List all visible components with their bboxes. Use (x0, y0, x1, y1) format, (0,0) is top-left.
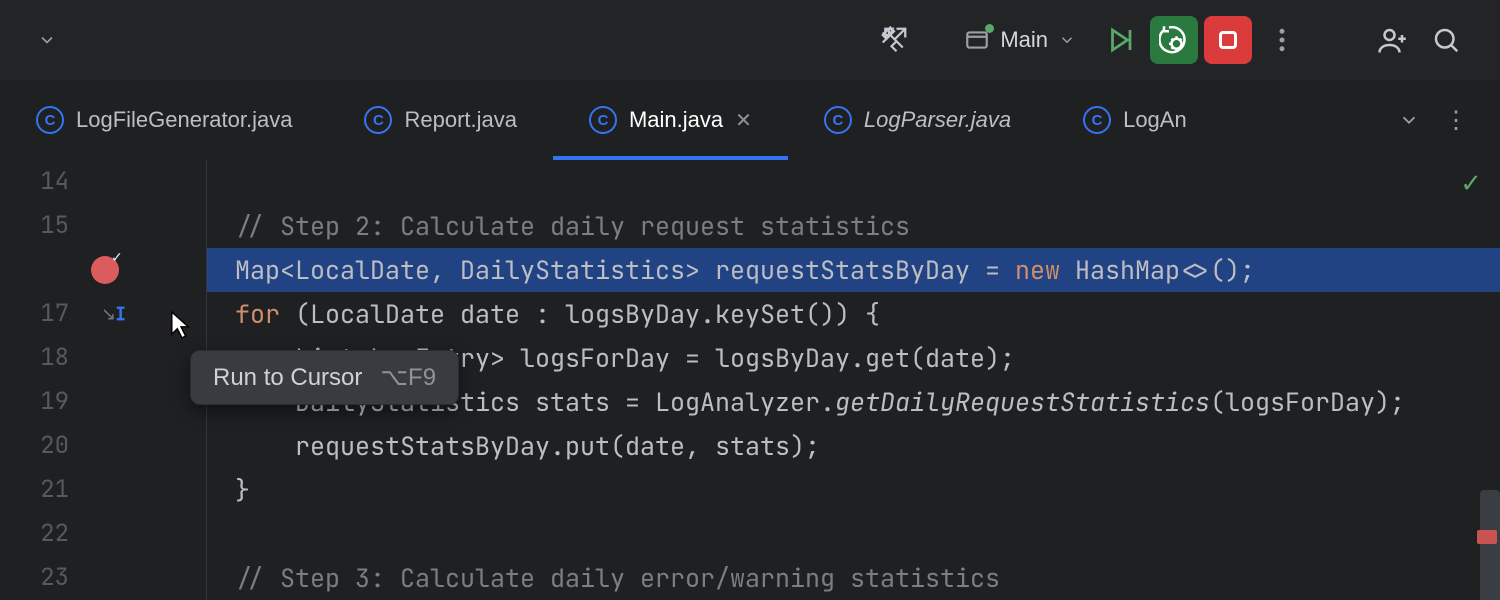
run-to-cursor-gutter-icon[interactable]: ↘ⵊ (101, 304, 125, 326)
code-line[interactable]: } (207, 468, 1500, 512)
java-class-icon: C (36, 106, 64, 134)
gutter-icons: ✓ ↘ⵊ (85, 160, 145, 600)
tab-label: LogAn (1123, 107, 1187, 133)
error-stripe-mark[interactable] (1477, 530, 1497, 544)
tab-label: LogParser.java (864, 107, 1011, 133)
search-everywhere-button[interactable] (1422, 16, 1470, 64)
java-class-icon: C (364, 106, 392, 134)
tab-label: Report.java (404, 107, 517, 133)
code-line[interactable]: Map<LocalDate, DailyStatistics> requestS… (207, 248, 1500, 292)
line-number-gutter: 1415 17181920212223 (0, 160, 85, 600)
run-config-selector[interactable]: Main (950, 16, 1090, 64)
code-line[interactable]: for (LocalDate date : logsByDay.keySet()… (207, 292, 1500, 336)
tab-logparser-java[interactable]: C LogParser.java (788, 80, 1047, 160)
run-config-name: Main (1000, 27, 1048, 53)
line-number[interactable]: 21 (0, 468, 85, 512)
code-line[interactable]: requestStatsByDay.put(date, stats); (207, 424, 1500, 468)
line-number[interactable] (0, 248, 85, 292)
line-number[interactable]: 19 (0, 380, 85, 424)
line-number[interactable]: 20 (0, 424, 85, 468)
java-class-icon: C (824, 106, 852, 134)
tab-label: LogFileGenerator.java (76, 107, 292, 133)
line-number[interactable]: 15 (0, 204, 85, 248)
tabs-dropdown[interactable] (1398, 109, 1420, 131)
code-editor[interactable]: 1415 17181920212223 ✓ ↘ⵊ // Step 2: Calcul… (0, 160, 1500, 600)
code-with-me-button[interactable] (1368, 16, 1416, 64)
scrollbar[interactable] (1480, 490, 1500, 600)
code-line[interactable]: // Step 3: Calculate daily error/warning… (207, 556, 1500, 600)
more-run-actions[interactable] (1258, 16, 1306, 64)
line-number[interactable]: 22 (0, 512, 85, 556)
line-number[interactable]: 23 (0, 556, 85, 600)
run-to-cursor-tooltip: Run to Cursor ⌥F9 (190, 350, 459, 405)
code-line[interactable] (207, 160, 1500, 204)
close-tab-icon[interactable]: ✕ (735, 108, 752, 133)
tab-report-java[interactable]: C Report.java (328, 80, 553, 160)
project-dropdown[interactable] (30, 30, 64, 50)
line-number[interactable]: 14 (0, 160, 85, 204)
breakpoint-icon[interactable]: ✓ (91, 256, 119, 284)
tooltip-shortcut: ⌥F9 (380, 363, 436, 392)
tab-logfilegenerator-java[interactable]: C LogFileGenerator.java (0, 80, 328, 160)
stop-button[interactable] (1204, 16, 1252, 64)
code-line[interactable]: // Step 2: Calculate daily request stati… (207, 204, 1500, 248)
analysis-ok-icon[interactable]: ✓ (1460, 168, 1482, 199)
run-config-icon (964, 27, 990, 53)
java-class-icon: C (1083, 106, 1111, 134)
code-line[interactable] (207, 512, 1500, 556)
java-class-icon: C (589, 106, 617, 134)
tab-label: Main.java (629, 107, 723, 133)
tabs-more-menu[interactable]: ⋮ (1444, 106, 1470, 135)
tab-main-java[interactable]: C Main.java ✕ (553, 80, 788, 160)
debug-button[interactable] (1150, 16, 1198, 64)
tooltip-label: Run to Cursor (213, 364, 362, 392)
build-button[interactable] (870, 16, 918, 64)
tab-logan[interactable]: C LogAn (1047, 80, 1223, 160)
line-number[interactable]: 17 (0, 292, 85, 336)
editor-tabs: C LogFileGenerator.java C Report.java C Main.… (0, 80, 1500, 160)
main-toolbar: Main (0, 0, 1500, 80)
line-number[interactable]: 18 (0, 336, 85, 380)
chevron-down-icon (1058, 31, 1076, 49)
run-button[interactable] (1096, 16, 1144, 64)
